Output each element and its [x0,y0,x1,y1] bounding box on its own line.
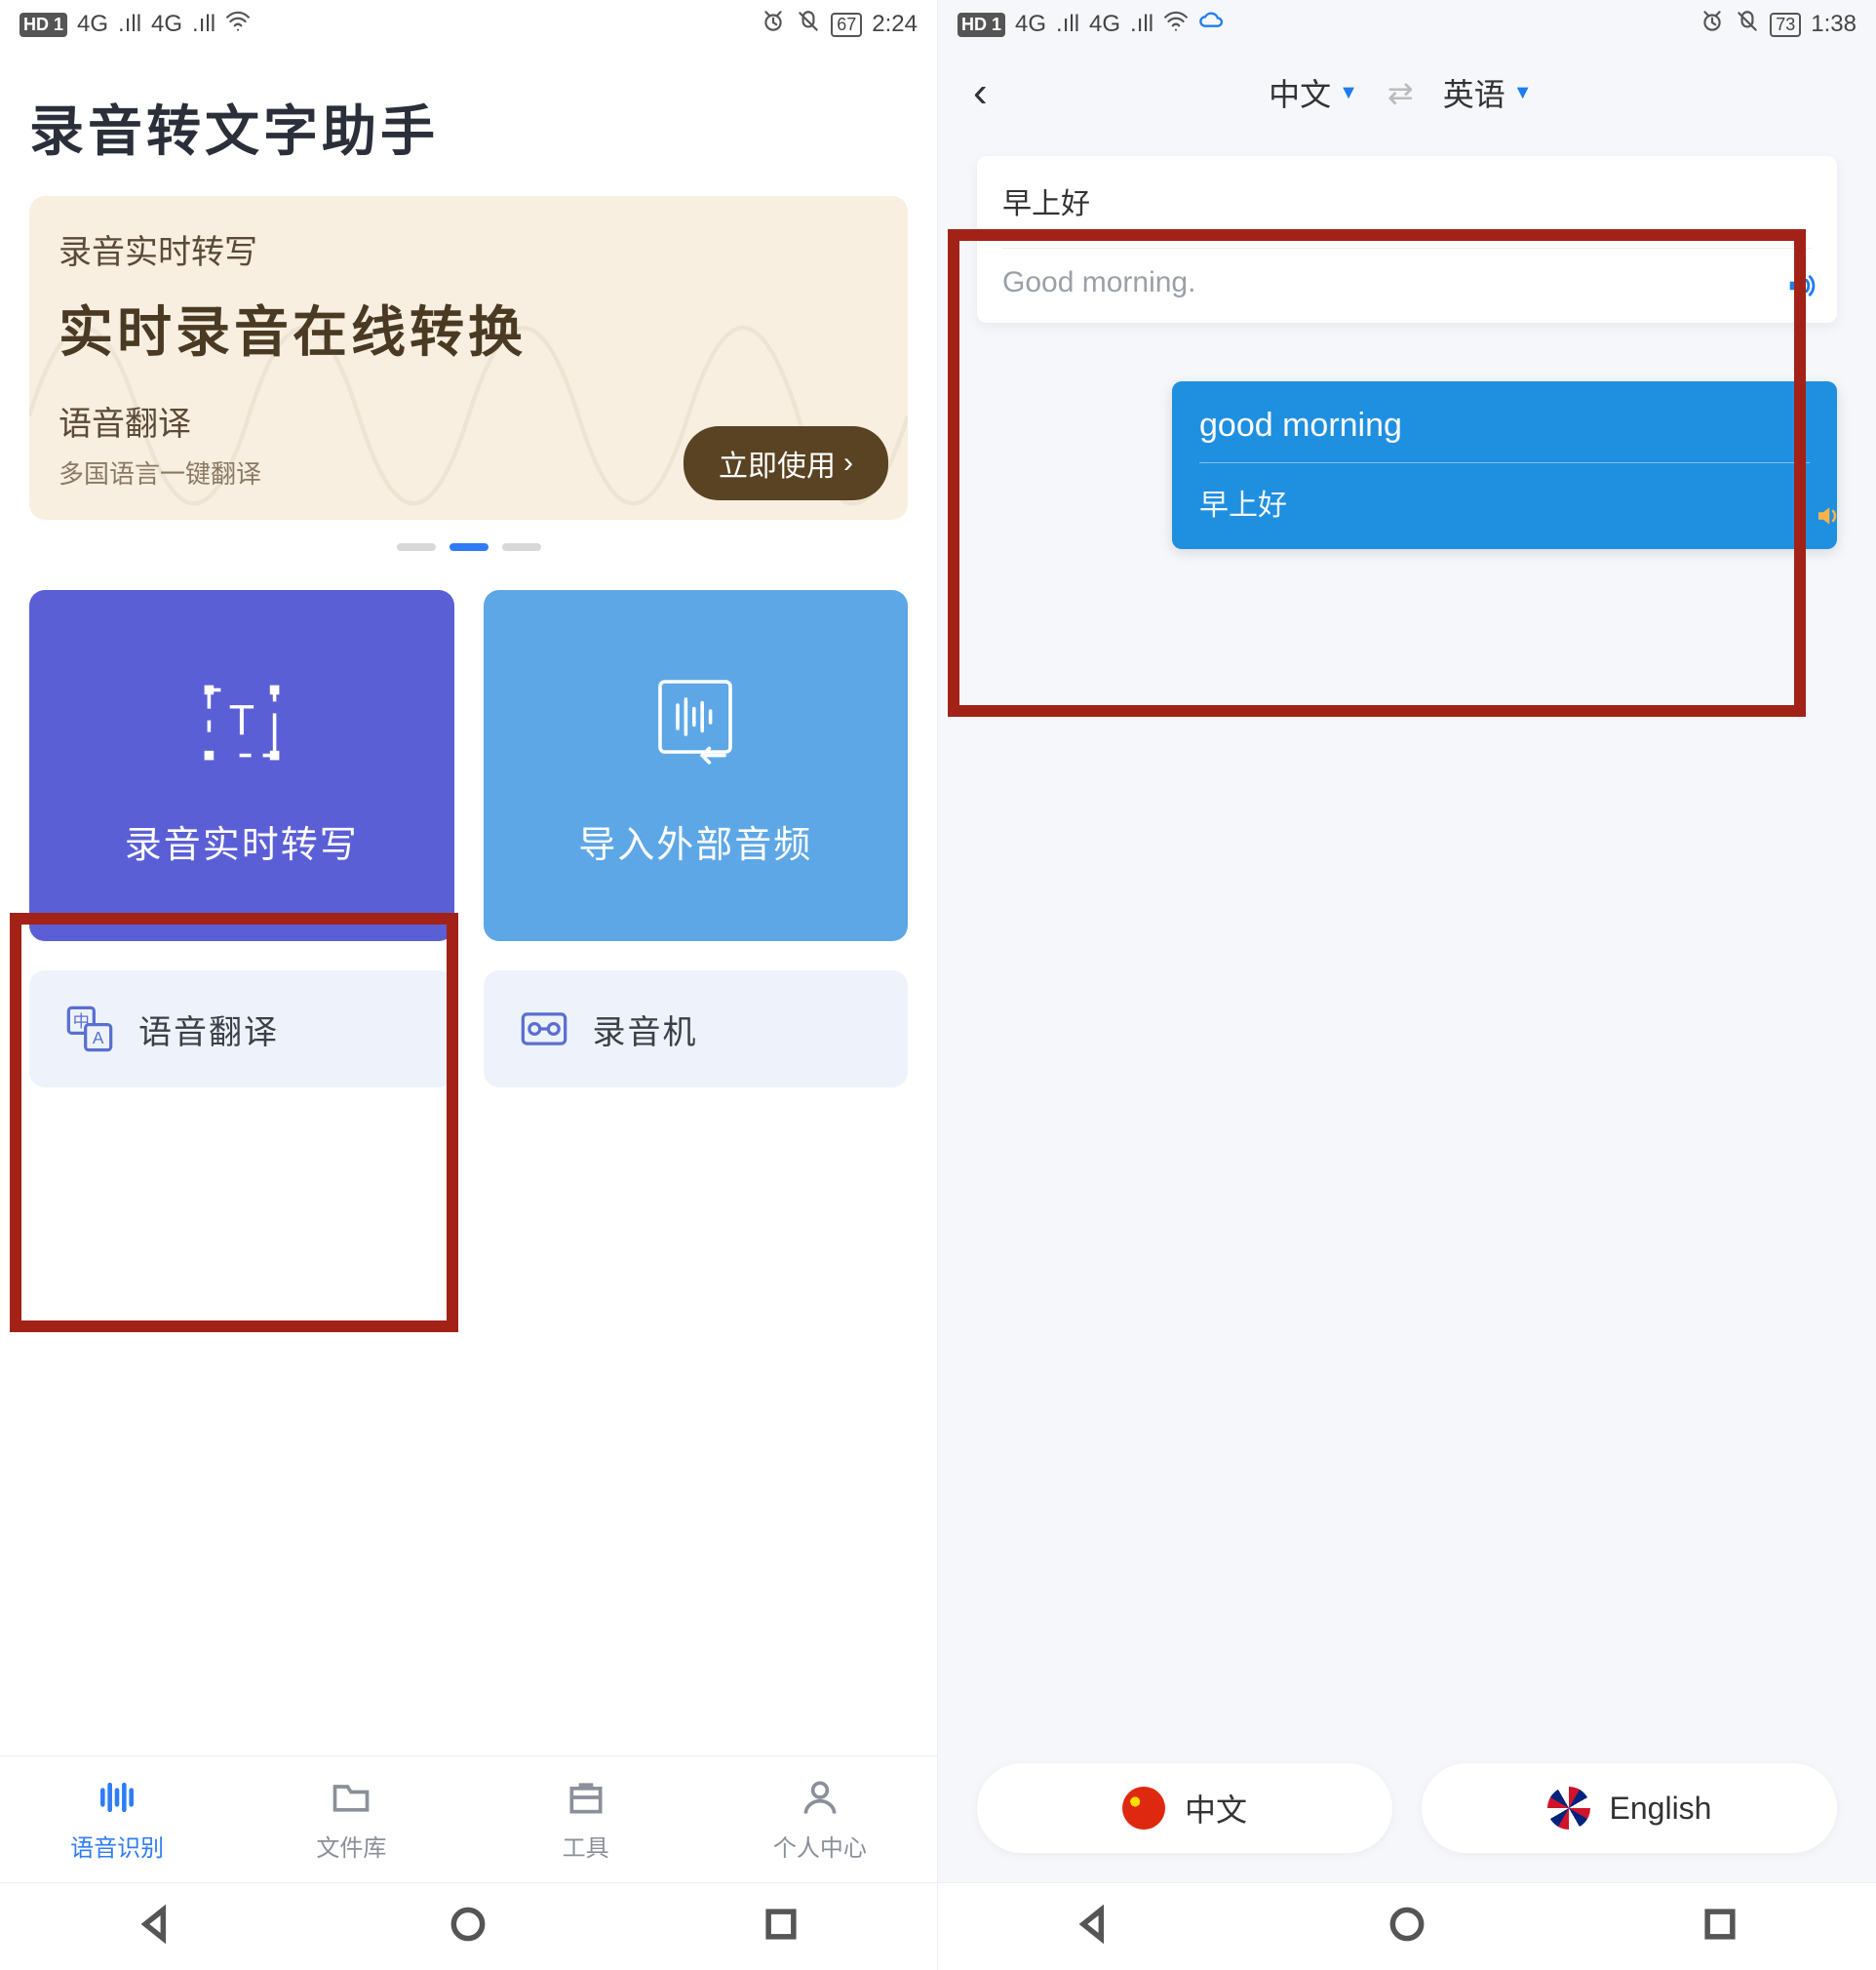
home-screen: HD 1 4G .ıll 4G .ıll 67 2:24 录音转文字助手 录音实… [0,0,938,1970]
china-flag-icon [1122,1787,1165,1830]
svg-text:A: A [93,1028,104,1047]
triangle-down-icon: ▼ [1513,82,1533,104]
tab-tools[interactable]: 工具 [469,1756,703,1882]
dot-active[interactable] [449,543,489,551]
svg-text:T: T [229,697,254,744]
nav-recent-icon[interactable] [760,1903,802,1950]
uk-flag-icon [1547,1787,1590,1830]
signal-bars-icon: .ıll [1130,11,1153,38]
secondary-label: 录音机 [593,1005,698,1053]
cassette-icon [519,1004,569,1054]
alarm-icon [761,9,786,41]
cloud-sync-icon [1198,8,1226,42]
card-recorder[interactable]: 录音机 [484,970,909,1087]
tab-bar: 语音识别 文件库 工具 个人中心 [0,1755,937,1882]
hd-indicator: HD 1 [958,13,1005,37]
mute-icon [796,9,821,41]
import-audio-icon [637,664,754,781]
text-transcribe-icon: T [183,664,300,781]
nav-home-icon[interactable] [447,1903,489,1950]
translate-screen: HD 1 4G .ıll 4G .ıll 73 1:38 ‹ [938,0,1876,1970]
speaker-icon[interactable] [1784,269,1817,307]
chevron-right-icon: › [843,447,853,480]
triangle-down-icon: ▼ [1339,82,1358,104]
signal-4g-1: 4G [77,11,108,38]
hero-headline: 实时录音在线转换 [59,289,879,368]
translate-icon: 中A [64,1004,115,1054]
card-realtime-transcribe[interactable]: T 录音实时转写 [29,590,454,941]
nav-back-icon[interactable] [135,1903,177,1950]
source-text: 早上好 [1002,179,1812,222]
signal-bars-icon: .ıll [192,11,215,38]
hero-subtitle-1: 录音实时转写 [59,225,879,273]
home-content: 录音转文字助手 录音实时转写 实时录音在线转换 语音翻译 多国语言一键翻译 立即… [0,49,937,1755]
button-label: English [1610,1791,1712,1827]
button-label: 中文 [1185,1786,1247,1831]
speak-chinese-button[interactable]: 中文 [977,1763,1392,1853]
hero-banner[interactable]: 录音实时转写 实时录音在线转换 语音翻译 多国语言一键翻译 立即使用 › [29,196,908,520]
secondary-label: 语音翻译 [138,1005,279,1053]
tab-file-library[interactable]: 文件库 [234,1756,468,1882]
android-nav-bar [938,1882,1876,1970]
status-bar: HD 1 4G .ıll 4G .ıll 67 2:24 [0,0,937,49]
translate-topbar: ‹ 中文 ▼ ⇄ 英语 ▼ [938,49,1876,137]
divider [1199,462,1810,463]
tab-profile[interactable]: 个人中心 [703,1756,937,1882]
alarm-icon [1700,9,1725,41]
hero-cta-button[interactable]: 立即使用 › [684,426,888,500]
speak-english-button[interactable]: English [1422,1763,1837,1853]
translation-bubble-outgoing[interactable]: good morning 早上好 [1172,381,1837,549]
translated-text: Good morning. [1002,266,1812,299]
clock-time: 1:38 [1811,11,1856,38]
battery-level: 73 [1770,13,1801,37]
back-button[interactable]: ‹ [958,68,1003,117]
target-language-picker[interactable]: 英语 ▼ [1443,70,1533,115]
app-title: 录音转文字助手 [29,88,908,167]
swap-languages-icon[interactable]: ⇄ [1387,74,1414,111]
speaker-icon[interactable] [1814,501,1843,535]
hd-indicator: HD 1 [20,13,67,37]
card-label: 录音实时转写 [125,814,359,868]
signal-4g-1: 4G [1015,11,1046,38]
wifi-icon [225,9,251,41]
signal-4g-2: 4G [151,11,182,38]
nav-back-icon[interactable] [1073,1903,1115,1950]
signal-bars-icon: .ıll [118,11,141,38]
clock-time: 2:24 [872,11,918,38]
translation-card-incoming[interactable]: 早上好 Good morning. [977,156,1837,323]
card-label: 导入外部音频 [578,814,812,868]
android-nav-bar [0,1882,937,1970]
tab-label: 工具 [563,1829,609,1863]
source-language-label: 中文 [1269,70,1331,115]
divider [1002,248,1812,249]
signal-4g-2: 4G [1089,11,1120,38]
dot[interactable] [397,543,436,551]
chat-area: 早上好 Good morning. good morning 早上好 中文 E [938,137,1876,1882]
nav-recent-icon[interactable] [1699,1903,1741,1950]
language-input-buttons: 中文 English [938,1734,1876,1882]
mute-icon [1735,9,1760,41]
tab-label: 个人中心 [773,1829,867,1863]
wifi-icon [1163,9,1189,41]
nav-home-icon[interactable] [1386,1903,1428,1950]
status-bar: HD 1 4G .ıll 4G .ıll 73 1:38 [938,0,1876,49]
translated-text: 早上好 [1199,481,1810,524]
tab-label: 语音识别 [70,1829,164,1863]
card-voice-translate[interactable]: 中A 语音翻译 [29,970,454,1087]
tab-label: 文件库 [316,1829,386,1863]
card-import-audio[interactable]: 导入外部音频 [484,590,909,941]
tab-voice-recognition[interactable]: 语音识别 [0,1756,234,1882]
source-text: good morning [1199,407,1810,445]
dot[interactable] [502,543,541,551]
source-language-picker[interactable]: 中文 ▼ [1269,70,1358,115]
hero-cta-label: 立即使用 [719,442,836,485]
battery-level: 67 [831,13,862,37]
signal-bars-icon: .ıll [1056,11,1079,38]
carousel-dots[interactable] [29,543,908,551]
target-language-label: 英语 [1443,70,1505,115]
